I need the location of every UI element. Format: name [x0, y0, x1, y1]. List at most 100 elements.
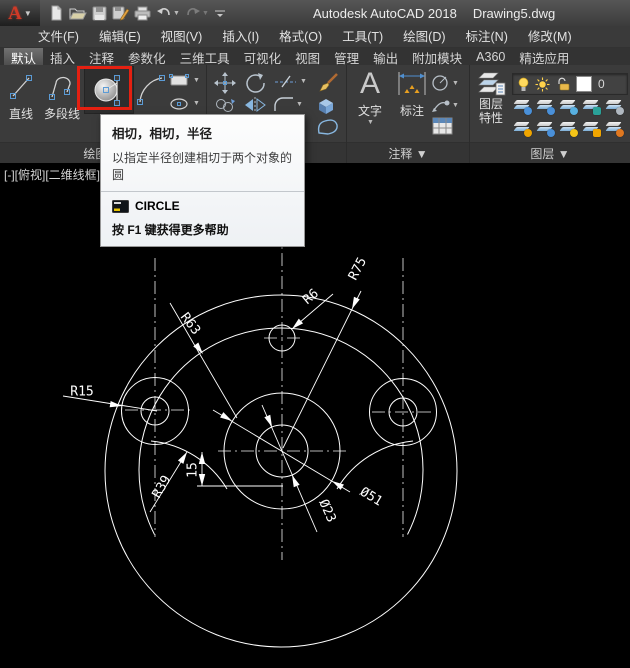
new-file-button[interactable]	[49, 5, 64, 21]
tab-view[interactable]: 视图	[288, 48, 327, 66]
center-mark-button[interactable]: ▼	[431, 73, 459, 93]
layer-properties-label-2: 特性	[478, 111, 503, 125]
tab-a360[interactable]: A360	[469, 48, 512, 65]
layer-properties-label-1: 图层	[478, 97, 503, 111]
layer-freeze-icon[interactable]	[558, 99, 578, 115]
open-file-button[interactable]	[69, 6, 87, 21]
tooltip-command-name: CIRCLE	[135, 199, 180, 213]
tab-insert[interactable]: 插入	[43, 48, 82, 66]
text-dropdown-icon[interactable]: ▼	[367, 119, 374, 126]
undo-button[interactable]: ▼	[156, 6, 180, 20]
annotation-panel-label[interactable]: 注释 ▼	[347, 142, 469, 163]
layer-match-icon[interactable]	[604, 99, 624, 115]
layer-properties-button[interactable]: 图层 特性	[472, 69, 510, 125]
match-properties-brush-icon	[319, 73, 338, 92]
app-title: Autodesk AutoCAD 2018	[313, 5, 457, 21]
text-tool-button[interactable]: A 文字 ▼	[352, 67, 388, 127]
layer-make-current-icon[interactable]	[535, 99, 555, 115]
layer-properties-icon	[478, 72, 506, 96]
dim-text-r63: R63	[177, 310, 203, 338]
undo-dropdown-icon[interactable]: ▼	[173, 10, 180, 17]
rectangle-tool-button[interactable]: ▼	[168, 73, 200, 88]
polyline-edit-button[interactable]	[315, 116, 339, 138]
right-tangent-arc-r39[interactable]	[336, 440, 414, 490]
text-a-icon: A	[359, 67, 380, 100]
3d-box-button[interactable]	[315, 96, 337, 115]
viewport-controls-label[interactable]: [-][俯视][二维线框]	[4, 166, 100, 183]
dim-text-15: 15	[186, 462, 201, 478]
fillet-tool-button[interactable]: ▼	[273, 96, 303, 113]
qat-customize-button[interactable]	[214, 7, 226, 19]
tab-featured-apps[interactable]: 精选应用	[512, 48, 576, 66]
layer-delete-icon[interactable]	[604, 121, 624, 137]
layers-panel: 图层 特性 0 图层 ▼	[470, 65, 630, 163]
polyline-tool-label: 多段线	[43, 107, 80, 121]
trim-tool-button[interactable]: ▼	[273, 73, 307, 89]
command-line-icon	[112, 199, 129, 213]
leader-button[interactable]: ▼	[431, 97, 459, 113]
ellipse-dropdown-icon[interactable]: ▼	[193, 100, 200, 107]
tooltip-title: 相切，相切，半径	[112, 127, 213, 141]
line-tool-button[interactable]: 直线	[3, 71, 39, 122]
menu-tools[interactable]: 工具(T)	[332, 26, 393, 48]
redo-dropdown-icon[interactable]: ▼	[202, 10, 209, 17]
layer-unlock-all-icon[interactable]	[581, 121, 601, 137]
menu-format[interactable]: 格式(O)	[269, 26, 332, 48]
center-mark-dropdown-icon[interactable]: ▼	[452, 80, 459, 87]
tab-output[interactable]: 输出	[366, 48, 405, 66]
layer-color-swatch[interactable]	[576, 76, 592, 92]
layer-thaw-all-icon[interactable]	[558, 121, 578, 137]
app-menu-button[interactable]: A ▼	[0, 0, 40, 26]
outer-circle-r75[interactable]	[104, 294, 458, 648]
layer-isolate-icon[interactable]	[512, 99, 532, 115]
tab-annotate[interactable]: 注释	[82, 48, 121, 66]
dimension-arrowheads	[109, 296, 360, 490]
drawing-canvas[interactable]: [-][俯视][二维线框] R15 R63 R6 R75 R39 15 Ø23 …	[0, 163, 630, 668]
arc-tool-button[interactable]	[134, 71, 168, 107]
menu-modify[interactable]: 修改(M)	[518, 26, 582, 48]
current-layer-name[interactable]: 0	[598, 77, 605, 91]
match-properties-button[interactable]	[315, 70, 341, 95]
save-button[interactable]	[92, 6, 107, 21]
leader-dropdown-icon[interactable]: ▼	[452, 102, 459, 109]
layer-off-icon[interactable]	[512, 121, 532, 137]
tab-3d-tools[interactable]: 三维工具	[173, 48, 237, 66]
copy-tool-button[interactable]	[213, 96, 237, 113]
save-as-button[interactable]	[112, 5, 129, 21]
mirror-tool-button[interactable]	[243, 96, 267, 113]
layer-state-control[interactable]: 0	[512, 73, 628, 95]
tab-default[interactable]: 默认	[4, 48, 44, 66]
menu-edit[interactable]: 编辑(E)	[89, 26, 151, 48]
mirror-icon	[245, 97, 266, 112]
layer-unlock-icon[interactable]	[556, 77, 570, 91]
rotate-tool-button[interactable]	[243, 71, 267, 95]
fillet-dropdown-icon[interactable]: ▼	[296, 101, 303, 108]
trim-dropdown-icon[interactable]: ▼	[300, 78, 307, 85]
ellipse-tool-button[interactable]: ▼	[168, 96, 200, 111]
menu-view[interactable]: 视图(V)	[151, 26, 213, 48]
undo-arrow-icon	[157, 8, 170, 16]
tab-manage[interactable]: 管理	[327, 48, 366, 66]
copy-icon	[216, 99, 235, 112]
redo-button[interactable]: ▼	[185, 6, 209, 20]
rectangle-dropdown-icon[interactable]: ▼	[193, 77, 200, 84]
document-title: Drawing5.dwg	[472, 5, 556, 21]
dimension-tool-button[interactable]: 标注	[393, 69, 431, 119]
menu-insert[interactable]: 插入(I)	[212, 26, 269, 48]
menu-draw[interactable]: 绘图(D)	[393, 26, 455, 48]
table-button[interactable]	[432, 117, 453, 135]
layer-thaw-sun-icon[interactable]	[535, 77, 550, 92]
chevron-down-icon: ▼	[23, 8, 32, 18]
menu-dimension[interactable]: 标注(N)	[456, 26, 518, 48]
move-tool-button[interactable]	[213, 71, 237, 95]
layers-panel-label[interactable]: 图层 ▼	[470, 142, 630, 163]
menu-file[interactable]: 文件(F)	[28, 26, 89, 48]
layer-on-bulb-icon[interactable]	[518, 77, 529, 92]
layer-current-icon[interactable]	[535, 121, 555, 137]
tab-visualize[interactable]: 可视化	[237, 48, 289, 66]
tab-parametric[interactable]: 参数化	[121, 48, 173, 66]
menu-bar: 文件(F) 编辑(E) 视图(V) 插入(I) 格式(O) 工具(T) 绘图(D…	[0, 26, 630, 48]
layer-lock-icon[interactable]	[581, 99, 601, 115]
plot-button[interactable]	[134, 6, 151, 21]
tab-add-ins[interactable]: 附加模块	[405, 48, 469, 66]
